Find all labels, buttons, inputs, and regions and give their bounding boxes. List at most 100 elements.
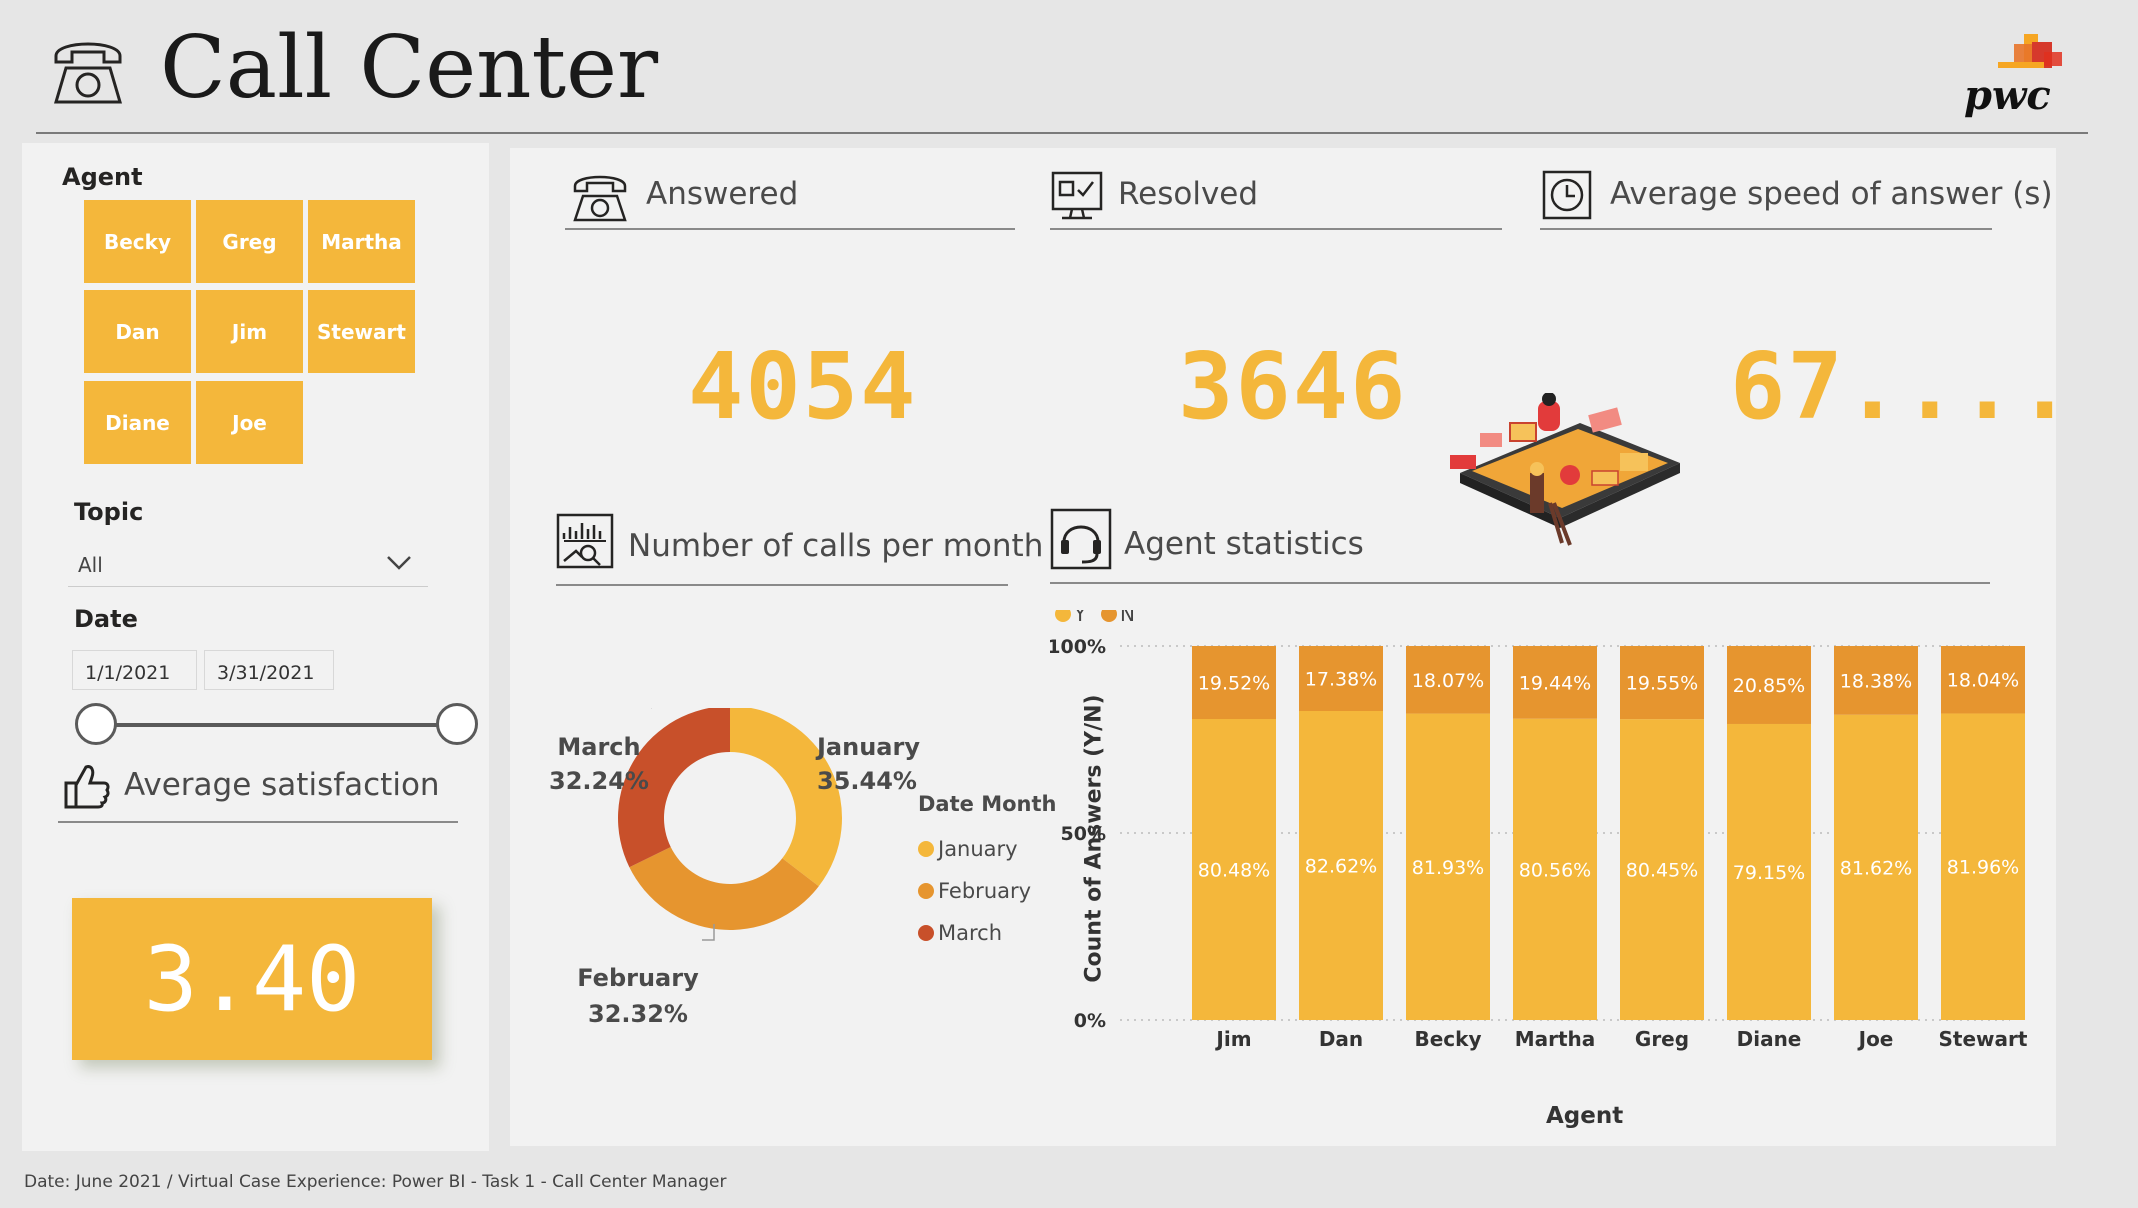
- x-tick-label-stewart: Stewart: [1939, 1027, 2028, 1051]
- x-tick-label-joe: Joe: [1857, 1027, 1894, 1051]
- y-tick-label: 0%: [1074, 1010, 1106, 1032]
- bar-n-value-label: 18.04%: [1947, 670, 2019, 692]
- legend-dot-february: [918, 883, 934, 899]
- resolved-value: 3646: [1178, 333, 1408, 440]
- bar-n-value-label: 19.44%: [1519, 672, 1591, 694]
- date-slider-end-handle[interactable]: [436, 703, 478, 745]
- page-title: Call Center: [160, 18, 659, 118]
- x-tick-label-jim: Jim: [1214, 1027, 1251, 1051]
- agent-tile-stewart[interactable]: Stewart: [308, 290, 415, 373]
- speed-value: 67....: [1730, 333, 2075, 440]
- speed-title: Average speed of answer (s): [1610, 176, 2053, 212]
- bar-legend-dot-y: [1055, 610, 1071, 622]
- topic-dropdown[interactable]: All: [68, 541, 428, 587]
- legend-label-january: January: [938, 837, 1018, 861]
- agent-stats-title: Agent statistics: [1124, 526, 1364, 562]
- bar-y-value-label: 80.56%: [1519, 859, 1591, 881]
- x-tick-label-becky: Becky: [1414, 1027, 1481, 1051]
- date-end-input[interactable]: 3/31/2021: [204, 650, 334, 690]
- bar-y-value-label: 79.15%: [1733, 862, 1805, 884]
- bar-y-value-label: 81.62%: [1840, 857, 1912, 879]
- chart-search-icon: [556, 513, 614, 569]
- satisfaction-underline: [58, 821, 458, 823]
- pwc-logo: pwc: [1960, 34, 2080, 124]
- bar-n-value-label: 19.52%: [1198, 673, 1270, 695]
- clock-icon: [1542, 170, 1592, 220]
- bar-legend-item-y[interactable]: Y: [1055, 610, 1087, 626]
- agent-tile-dan[interactable]: Dan: [84, 290, 191, 373]
- bar-chart-xlabel: Agent: [1546, 1103, 1624, 1129]
- bar-n-value-label: 19.55%: [1626, 673, 1698, 695]
- satisfaction-value: 3.40: [143, 926, 361, 1032]
- footer-text: Date: June 2021 / Virtual Case Experienc…: [24, 1172, 727, 1192]
- donut-label-march-value: 32.24%: [549, 767, 649, 795]
- headset-icon: [1050, 508, 1112, 570]
- main-panel: Answered 4054 Resolved 3646 Average spee…: [510, 148, 2072, 1146]
- bar-n-value-label: 20.85%: [1733, 675, 1805, 697]
- x-tick-label-greg: Greg: [1635, 1027, 1689, 1051]
- bar-y-value-label: 80.48%: [1198, 860, 1270, 882]
- agent-tile-becky[interactable]: Becky: [84, 200, 191, 283]
- header: Call Center pwc: [0, 0, 2138, 135]
- resolved-underline: [1050, 228, 1502, 230]
- legend-label-february: February: [938, 879, 1032, 903]
- topic-dropdown-value: All: [78, 553, 103, 577]
- pwc-logo-text: pwc: [1964, 72, 2051, 119]
- donut-label-february-name: February: [577, 964, 699, 992]
- header-divider: [36, 132, 2088, 134]
- answered-underline: [565, 228, 1015, 230]
- bar-legend-item-n[interactable]: N: [1101, 610, 1135, 626]
- bar-y-value-label: 81.93%: [1412, 857, 1484, 879]
- satisfaction-card: 3.40: [72, 898, 432, 1060]
- donut-label-february: February 32.32%: [568, 960, 708, 1032]
- legend-label-march: March: [938, 921, 1003, 945]
- agent-stats-bar-chart: Y N0%50%100%80.48%19.52%Jim82.62%17.38%Da…: [1050, 610, 2028, 1051]
- bar-n-value-label: 18.38%: [1840, 670, 1912, 692]
- agent-label: Agent: [62, 163, 143, 191]
- x-tick-label-diane: Diane: [1737, 1027, 1802, 1051]
- agent-tile-jim[interactable]: Jim: [196, 290, 303, 373]
- agent-tile-greg[interactable]: Greg: [196, 200, 303, 283]
- agent-tile-martha[interactable]: Martha: [308, 200, 415, 283]
- thumbs-up-icon: [64, 765, 110, 809]
- legend-dot-january: [918, 841, 934, 857]
- bar-legend-dot-n: [1101, 610, 1117, 622]
- bar-y-value-label: 80.45%: [1626, 860, 1698, 882]
- calls-section-title: Number of calls per month: [628, 528, 1044, 564]
- x-tick-label-dan: Dan: [1319, 1027, 1363, 1051]
- agent-tile-joe[interactable]: Joe: [196, 381, 303, 464]
- date-label: Date: [74, 605, 138, 633]
- speed-underline: [1540, 228, 1992, 230]
- bar-n-value-label: 17.38%: [1305, 669, 1377, 691]
- bar-legend-label-n: N: [1120, 610, 1135, 626]
- agent-tile-diane[interactable]: Diane: [84, 381, 191, 464]
- resolved-title: Resolved: [1118, 176, 1259, 212]
- bar-chart-ylabel: Count of Answers (Y/N): [1081, 694, 1107, 983]
- donut-label-march-name: March: [557, 733, 641, 761]
- satisfaction-title: Average satisfaction: [124, 767, 440, 803]
- legend-dot-march: [918, 925, 934, 941]
- chevron-down-icon: [387, 556, 411, 570]
- calls-underline: [556, 584, 1008, 586]
- date-slider-track[interactable]: [96, 723, 458, 727]
- bar-n-value-label: 18.07%: [1412, 670, 1484, 692]
- donut-label-february-value: 32.32%: [588, 1000, 688, 1028]
- bar-legend-label-y: Y: [1073, 610, 1087, 626]
- donut-label-march: March 32.24%: [544, 730, 654, 798]
- donut-label-january: January 35.44%: [817, 730, 920, 798]
- telephone-icon: [573, 175, 627, 222]
- date-slider-start-handle[interactable]: [75, 703, 117, 745]
- date-start-input[interactable]: 1/1/2021: [72, 650, 197, 690]
- topic-label: Topic: [74, 498, 144, 526]
- answered-value: 4054: [688, 333, 918, 440]
- x-tick-label-martha: Martha: [1515, 1027, 1596, 1051]
- donut-label-january-value: 35.44%: [817, 767, 917, 795]
- y-tick-label: 100%: [1050, 636, 1106, 658]
- donut-label-january-name: January: [817, 733, 920, 761]
- agent-stats-underline: [1050, 582, 1990, 584]
- bar-y-value-label: 82.62%: [1305, 856, 1377, 878]
- answered-title: Answered: [646, 176, 799, 212]
- telephone-icon: [53, 42, 123, 104]
- resolved-monitor-icon: [1051, 171, 1103, 220]
- bar-y-value-label: 81.96%: [1947, 857, 2019, 879]
